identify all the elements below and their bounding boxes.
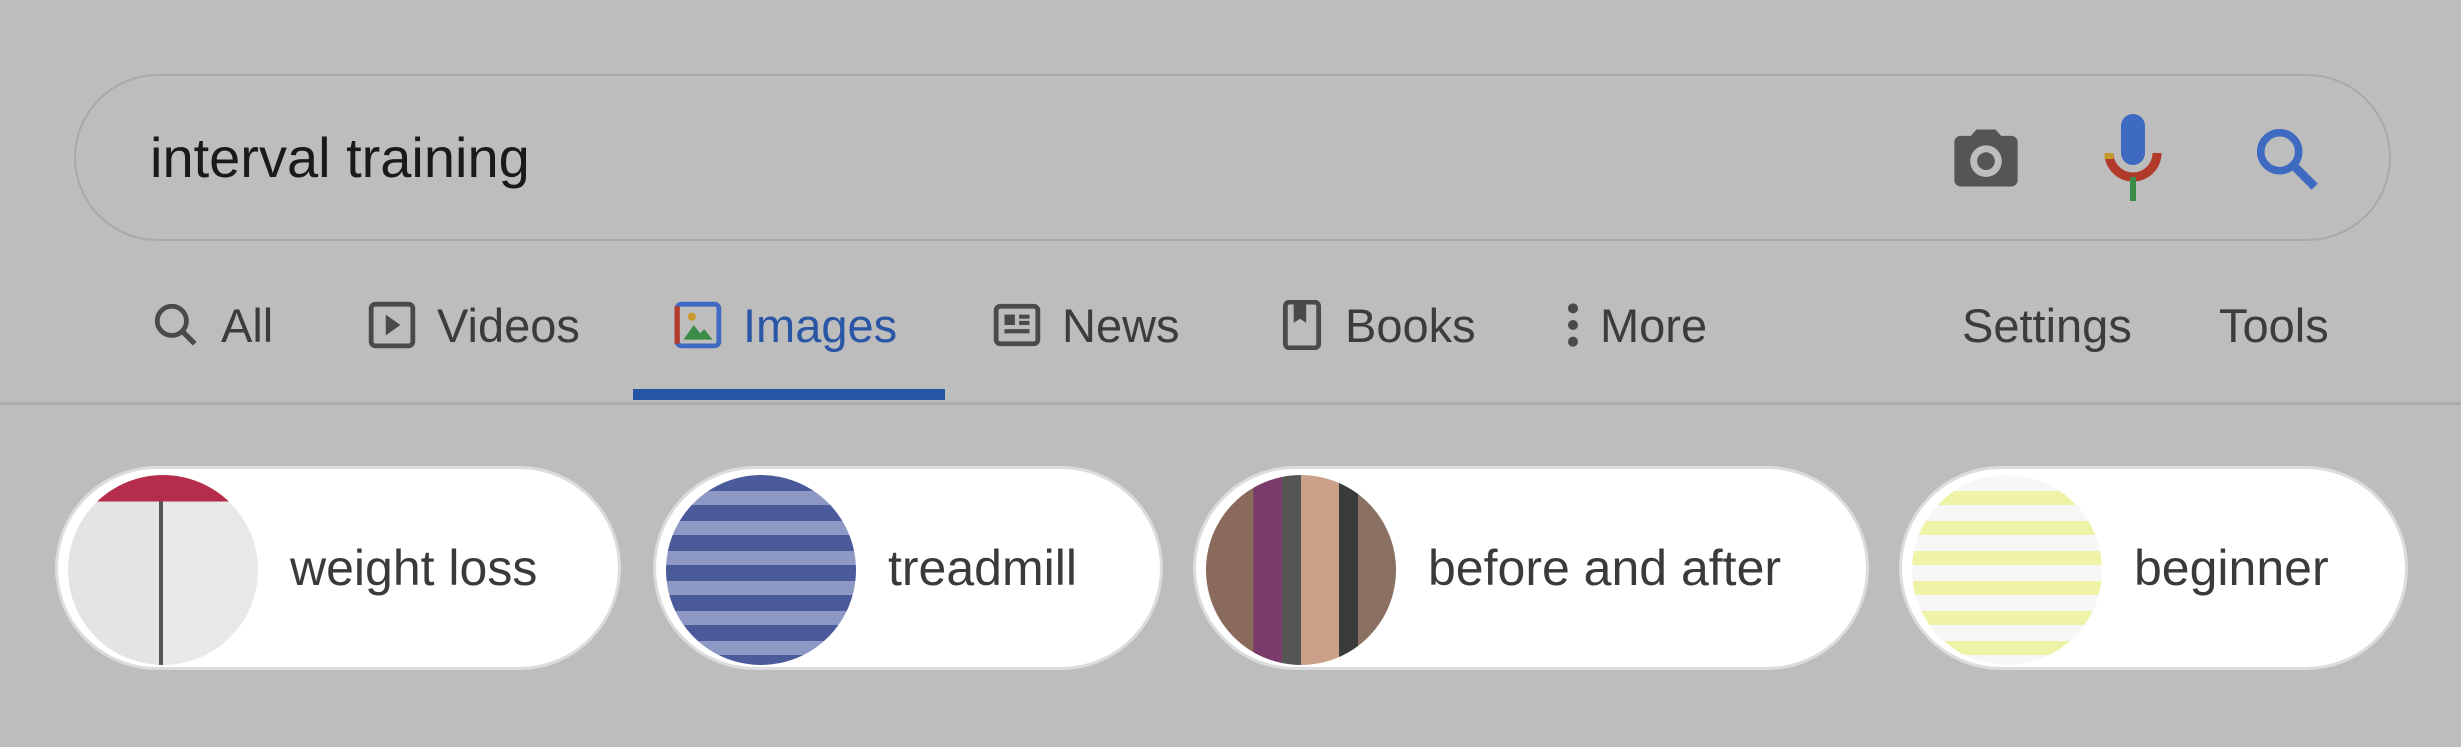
search-icon[interactable]	[2252, 124, 2322, 194]
chip-weight-loss[interactable]: weight loss	[55, 466, 621, 670]
chip-thumbnail	[68, 475, 258, 665]
camera-icon[interactable]	[1948, 120, 2024, 196]
tab-images[interactable]: Images	[673, 290, 897, 360]
tab-more[interactable]: More	[1566, 290, 1707, 360]
microphone-icon[interactable]	[2100, 114, 2166, 204]
search-box[interactable]: interval training	[74, 74, 2391, 241]
search-icon	[154, 303, 197, 346]
search-input[interactable]: interval training	[150, 126, 530, 190]
search-tabs: All Videos Images News Books More Settin…	[0, 290, 2461, 360]
chip-treadmill[interactable]: treadmill	[653, 466, 1163, 670]
settings-link[interactable]: Settings	[1962, 290, 2132, 360]
tab-label: News	[1062, 298, 1180, 352]
tab-label: Images	[743, 298, 898, 352]
tools-link[interactable]: Tools	[2219, 290, 2329, 360]
tab-label: Videos	[437, 298, 580, 352]
chip-before-and-after[interactable]: before and after	[1193, 466, 1869, 670]
chip-thumbnail	[666, 475, 856, 665]
chip-label: before and after	[1428, 540, 1782, 596]
play-icon	[368, 301, 416, 349]
tab-label: More	[1600, 298, 1708, 352]
chip-thumbnail	[1912, 475, 2102, 665]
chip-label: weight loss	[290, 540, 538, 596]
tab-videos[interactable]: Videos	[367, 290, 580, 360]
divider	[0, 402, 2461, 405]
chip-thumbnail	[1206, 475, 1396, 665]
tab-label: Books	[1345, 298, 1476, 352]
tab-books[interactable]: Books	[1279, 290, 1476, 360]
news-icon	[993, 303, 1041, 347]
active-tab-indicator	[633, 389, 945, 400]
tab-news[interactable]: News	[992, 290, 1180, 360]
tab-label: All	[221, 298, 274, 352]
chip-label: treadmill	[888, 540, 1077, 596]
chip-label: beginner	[2134, 540, 2329, 596]
chip-beginner[interactable]: beginner	[1899, 466, 2408, 670]
more-vert-icon	[1568, 303, 1578, 347]
book-icon	[1282, 300, 1322, 350]
image-icon	[674, 301, 722, 349]
tab-all[interactable]: All	[151, 290, 273, 360]
